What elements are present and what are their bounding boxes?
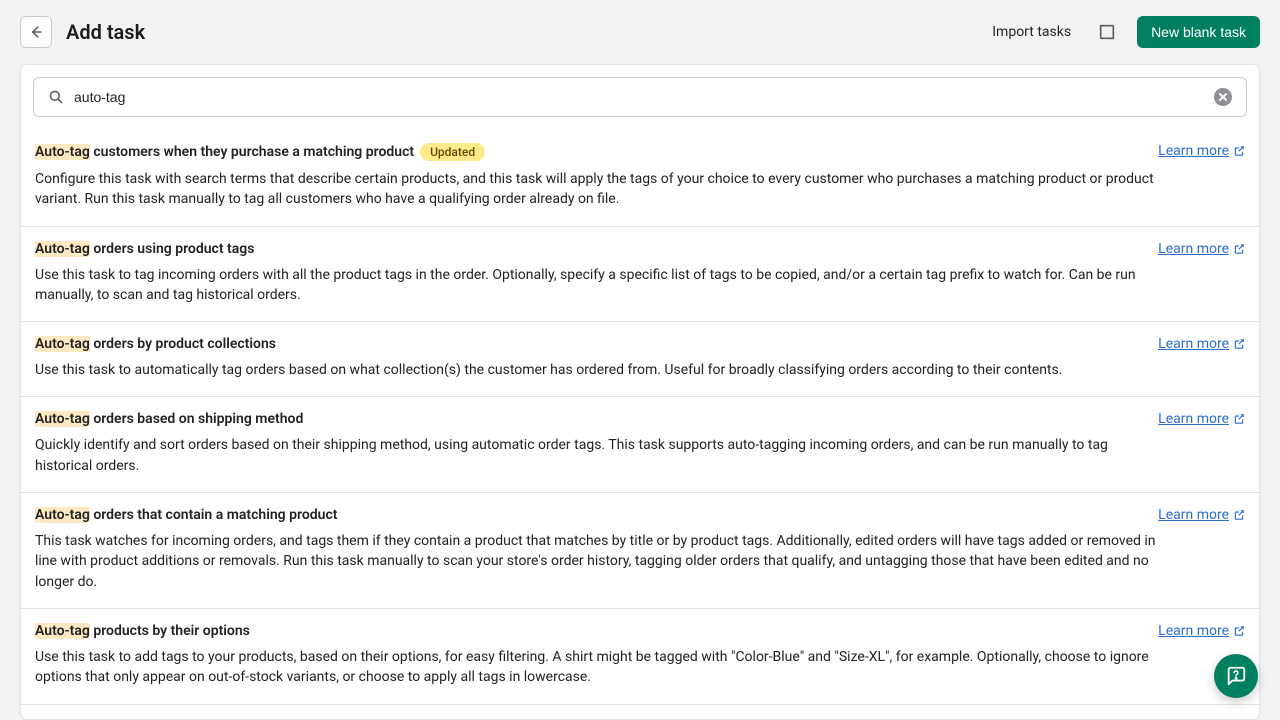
task-title: Auto-tag orders based on shipping method bbox=[35, 411, 1148, 427]
chat-question-icon bbox=[1225, 665, 1247, 687]
search-highlight: Auto-tag bbox=[35, 411, 90, 427]
external-link-icon bbox=[1233, 338, 1245, 350]
task-title: Auto-tag customers when they purchase a … bbox=[35, 143, 1148, 161]
search-highlight: Auto-tag bbox=[35, 144, 90, 160]
task-title: Auto-tag orders by product collections bbox=[35, 336, 1148, 352]
task-item[interactable]: Auto-tag orders that contain a matching … bbox=[21, 492, 1259, 608]
task-title-rest: orders based on shipping method bbox=[90, 411, 303, 427]
task-title: Auto-tag products by their options bbox=[35, 623, 1148, 639]
task-title: Auto-tag orders that contain a matching … bbox=[35, 507, 1148, 523]
task-title-rest: orders by product collections bbox=[90, 336, 276, 352]
new-blank-task-button[interactable]: New blank task bbox=[1137, 16, 1260, 48]
task-head: Auto-tag orders that contain a matching … bbox=[35, 507, 1245, 523]
external-link-icon bbox=[1233, 243, 1245, 255]
search-highlight: Auto-tag bbox=[35, 507, 90, 523]
learn-more-link[interactable]: Learn more bbox=[1158, 143, 1245, 159]
task-title-rest: orders that contain a matching product bbox=[90, 507, 338, 523]
task-title-rest: customers when they purchase a matching … bbox=[90, 144, 414, 160]
task-description: Use this task to tag incoming orders wit… bbox=[35, 265, 1245, 306]
task-item[interactable]: Auto-tag products that have a "compare a… bbox=[21, 704, 1259, 719]
task-title-rest: products by their options bbox=[90, 623, 250, 639]
learn-more-link[interactable]: Learn more bbox=[1158, 241, 1245, 257]
page-title: Add task bbox=[66, 20, 978, 44]
back-button[interactable] bbox=[20, 16, 52, 48]
task-head: Auto-tag orders based on shipping method… bbox=[35, 411, 1245, 427]
maximize-icon bbox=[1098, 23, 1116, 41]
arrow-left-icon bbox=[28, 24, 44, 40]
task-item[interactable]: Auto-tag products by their options Learn … bbox=[21, 608, 1259, 704]
search-highlight: Auto-tag bbox=[35, 336, 90, 352]
task-card: Auto-tag customers when they purchase a … bbox=[20, 64, 1260, 720]
task-head: Auto-tag orders by product collections Le… bbox=[35, 336, 1245, 352]
search-bar bbox=[33, 77, 1247, 117]
task-item[interactable]: Auto-tag orders by product collections Le… bbox=[21, 321, 1259, 396]
external-link-icon bbox=[1233, 413, 1245, 425]
task-description: Quickly identify and sort orders based o… bbox=[35, 435, 1245, 476]
updated-badge: Updated bbox=[420, 143, 485, 161]
close-icon bbox=[1218, 92, 1228, 102]
search-icon bbox=[48, 89, 64, 105]
task-description: Use this task to automatically tag order… bbox=[35, 360, 1245, 380]
learn-more-link[interactable]: Learn more bbox=[1158, 336, 1245, 352]
search-highlight: Auto-tag bbox=[35, 241, 90, 257]
search-input[interactable] bbox=[74, 89, 1204, 105]
external-link-icon bbox=[1233, 509, 1245, 521]
external-link-icon bbox=[1233, 625, 1245, 637]
page-header: Add task Import tasks New blank task bbox=[0, 0, 1280, 64]
task-list: Auto-tag customers when they purchase a … bbox=[21, 129, 1259, 719]
task-description: Configure this task with search terms th… bbox=[35, 169, 1245, 210]
import-tasks-link[interactable]: Import tasks bbox=[992, 24, 1071, 40]
task-description: Use this task to add tags to your produc… bbox=[35, 647, 1245, 688]
task-head: Auto-tag customers when they purchase a … bbox=[35, 143, 1245, 161]
learn-more-link[interactable]: Learn more bbox=[1158, 623, 1245, 639]
task-item[interactable]: Auto-tag orders using product tags Learn … bbox=[21, 226, 1259, 322]
expand-window-button[interactable] bbox=[1091, 16, 1123, 48]
clear-search-button[interactable] bbox=[1214, 88, 1232, 106]
search-highlight: Auto-tag bbox=[35, 623, 90, 639]
external-link-icon bbox=[1233, 145, 1245, 157]
task-head: Auto-tag orders using product tags Learn … bbox=[35, 241, 1245, 257]
task-title-rest: orders using product tags bbox=[90, 241, 255, 257]
task-head: Auto-tag products by their options Learn … bbox=[35, 623, 1245, 639]
task-title: Auto-tag orders using product tags bbox=[35, 241, 1148, 257]
learn-more-link[interactable]: Learn more bbox=[1158, 507, 1245, 523]
task-item[interactable]: Auto-tag customers when they purchase a … bbox=[21, 129, 1259, 226]
help-chat-button[interactable] bbox=[1214, 654, 1258, 698]
task-description: This task watches for incoming orders, a… bbox=[35, 531, 1245, 592]
learn-more-link[interactable]: Learn more bbox=[1158, 411, 1245, 427]
task-item[interactable]: Auto-tag orders based on shipping method… bbox=[21, 396, 1259, 492]
